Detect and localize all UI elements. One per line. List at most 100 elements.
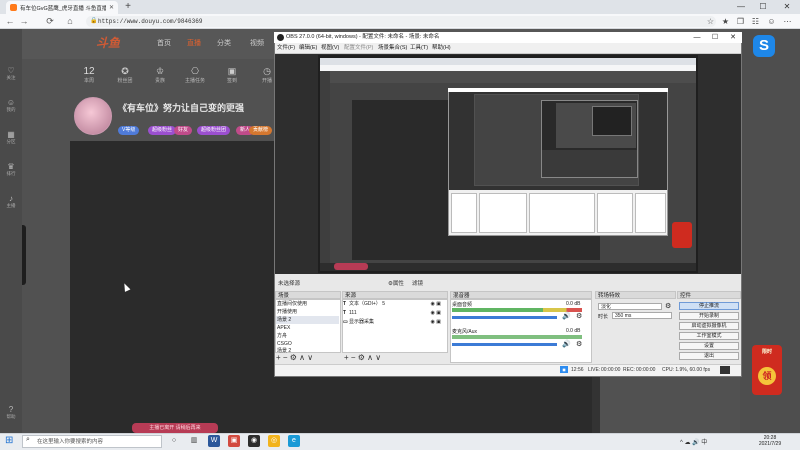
- studio-mode-button[interactable]: 工作室模式: [679, 332, 739, 340]
- more-menu-icon[interactable]: ⋯: [782, 16, 793, 27]
- mixer-mic-slider[interactable]: [452, 343, 557, 346]
- streamer-avatar[interactable]: [74, 97, 112, 135]
- start-recording-button[interactable]: 开始录制: [679, 312, 739, 320]
- task-view-icon[interactable]: ○: [168, 435, 180, 447]
- home-button[interactable]: ⌂: [64, 15, 76, 27]
- forward-button[interactable]: →: [18, 15, 30, 27]
- douyu-logo[interactable]: 斗鱼: [96, 34, 120, 51]
- preview-capture-tabbar: [320, 58, 696, 65]
- nav-category[interactable]: 分类: [217, 38, 231, 48]
- badge-super-fan[interactable]: 超级粉丝: [148, 126, 177, 135]
- maximize-button[interactable]: ☐: [752, 0, 774, 14]
- minimize-button[interactable]: —: [730, 0, 752, 14]
- star-icon[interactable]: ☆: [705, 16, 716, 27]
- favorites-icon[interactable]: ★: [720, 16, 731, 27]
- rail-item-follow[interactable]: ♡ 关注: [0, 66, 22, 81]
- scene-item[interactable]: APEX: [276, 324, 339, 332]
- transition-gear-icon[interactable]: ⚙: [665, 302, 671, 310]
- obs-maximize-button[interactable]: ☐: [706, 32, 724, 43]
- stream-tag[interactable]: 直播: [222, 103, 233, 111]
- obs-close-button[interactable]: ✕: [724, 32, 742, 43]
- speaker-icon[interactable]: 🔊: [562, 340, 571, 348]
- stat-week[interactable]: 12 本周: [74, 66, 104, 84]
- nav-video[interactable]: 视频: [250, 38, 264, 48]
- mixer-gear-icon[interactable]: ⚙: [576, 312, 582, 320]
- rail-item-help[interactable]: ? 帮助: [0, 405, 22, 420]
- obs-menu-view[interactable]: 视图(V): [321, 44, 339, 53]
- transition-select[interactable]: 淡化: [598, 303, 662, 310]
- obs-menu-help[interactable]: 帮助(H): [432, 44, 451, 53]
- start-button[interactable]: ⊞: [5, 436, 13, 446]
- rail-item-category[interactable]: ▦ 分区: [0, 130, 22, 145]
- stat-fans[interactable]: ✪ 粉丝团: [110, 66, 140, 84]
- source-item[interactable]: ▭显示器采集 ◉ ▣: [343, 318, 443, 326]
- virtual-camera-button[interactable]: 启动虚拟摄像机: [679, 322, 739, 330]
- mixer-desktop-slider[interactable]: [452, 316, 557, 319]
- badge-fan-group[interactable]: 超级粉丝团: [197, 126, 231, 135]
- badge-rank[interactable]: 贡献榜: [249, 126, 273, 135]
- profile-icon[interactable]: ☺: [766, 16, 777, 27]
- stat-signin[interactable]: ▣ 签到: [217, 66, 247, 84]
- settings-button[interactable]: 设置: [679, 342, 739, 350]
- obs-minimize-button[interactable]: —: [688, 32, 706, 43]
- app-red-icon[interactable]: ▣: [228, 435, 240, 447]
- douyu-s-logo[interactable]: S: [753, 35, 775, 57]
- visibility-eye-icon[interactable]: ◉ ▣: [431, 318, 441, 326]
- scene-item[interactable]: 开播使用: [276, 308, 339, 316]
- scene-item[interactable]: 方舟: [276, 332, 339, 340]
- obs-menu-profile[interactable]: 配置文件(P): [344, 44, 373, 53]
- fan-group-icon: ✪: [121, 66, 129, 76]
- rail-item-rank[interactable]: ♛ 排行: [0, 162, 22, 177]
- mixer-gear-icon[interactable]: ⚙: [576, 340, 582, 348]
- gift-promo[interactable]: 限时 领: [752, 345, 782, 395]
- obs-taskbar-icon[interactable]: ◉: [248, 435, 260, 447]
- system-tray[interactable]: ^ ☁ 🔊 中: [680, 437, 707, 446]
- badge-friend[interactable]: 好友: [174, 126, 193, 135]
- source-tools[interactable]: + − ⚙ ∧ ∨: [344, 353, 381, 362]
- scene-item-selected[interactable]: 场景 2: [276, 316, 339, 324]
- preview-capture-taskbar: [320, 263, 696, 271]
- visibility-eye-icon[interactable]: ◉ ▣: [431, 300, 441, 308]
- address-input[interactable]: https://www.douyu.com/9846369: [86, 16, 716, 27]
- app-yellow-icon[interactable]: ◎: [268, 435, 280, 447]
- back-button[interactable]: ←: [4, 15, 16, 27]
- obs-menu-scene-collection[interactable]: 场景集合(S): [378, 44, 407, 53]
- visibility-eye-icon[interactable]: ◉ ▣: [431, 309, 441, 317]
- obs-menu-tools[interactable]: 工具(T): [410, 44, 428, 53]
- obs-menu-file[interactable]: 文件(F): [277, 44, 295, 53]
- properties-button[interactable]: ⚙属性: [388, 279, 404, 287]
- preview-nested-title: [448, 88, 668, 92]
- collapse-handle[interactable]: [22, 225, 26, 285]
- taskbar-clock[interactable]: 20:28 2021/7/29: [750, 435, 790, 447]
- filters-button[interactable]: 滤镜: [412, 279, 423, 287]
- clock-date: 2021/7/29: [758, 441, 782, 447]
- scene-item[interactable]: 直播间仅使用: [276, 300, 339, 308]
- player-notice[interactable]: 主播已离开 请稍后再来: [132, 423, 218, 433]
- stat-noble[interactable]: ♔ 贵族: [145, 66, 175, 84]
- rail-item-streamer[interactable]: ♪ 主播: [0, 194, 22, 209]
- source-item[interactable]: T 111 ◉ ▣: [343, 309, 443, 317]
- word-icon[interactable]: W: [208, 435, 220, 447]
- edge-icon[interactable]: e: [288, 435, 300, 447]
- stop-streaming-button[interactable]: 停止推流: [679, 302, 739, 310]
- taskbar-search[interactable]: 在这里输入你要搜索的内容: [22, 435, 162, 448]
- source-item[interactable]: T 文本（GDI+） 5 ◉ ▣: [343, 300, 443, 308]
- duration-input[interactable]: 350 ms: [612, 312, 672, 319]
- exit-button[interactable]: 退出: [679, 352, 739, 360]
- nav-home[interactable]: 首页: [157, 38, 171, 48]
- badge-level[interactable]: V等级: [118, 126, 140, 135]
- browser-tab[interactable]: 有车位GvG蓝鹰_虎牙直播 斗鱼直播 ✕: [6, 1, 118, 14]
- nav-live[interactable]: 直播: [187, 38, 201, 48]
- tab-close-icon[interactable]: ✕: [109, 4, 114, 11]
- close-button[interactable]: ✕: [776, 0, 798, 14]
- rail-item-mine[interactable]: ☺ 我的: [0, 98, 22, 113]
- speaker-icon[interactable]: 🔊: [562, 312, 571, 320]
- scene-tools[interactable]: + − ⚙ ∧ ∨: [276, 353, 313, 362]
- obs-menu-edit[interactable]: 编辑(E): [299, 44, 317, 53]
- stat-task[interactable]: ⎔ 主播任务: [180, 66, 210, 84]
- collections-icon[interactable]: ❐: [735, 16, 746, 27]
- reload-button[interactable]: ⟳: [44, 15, 56, 27]
- extensions-icon[interactable]: ☷: [750, 16, 761, 27]
- new-tab-button[interactable]: +: [122, 0, 134, 14]
- file-explorer-icon[interactable]: ▥: [188, 435, 200, 447]
